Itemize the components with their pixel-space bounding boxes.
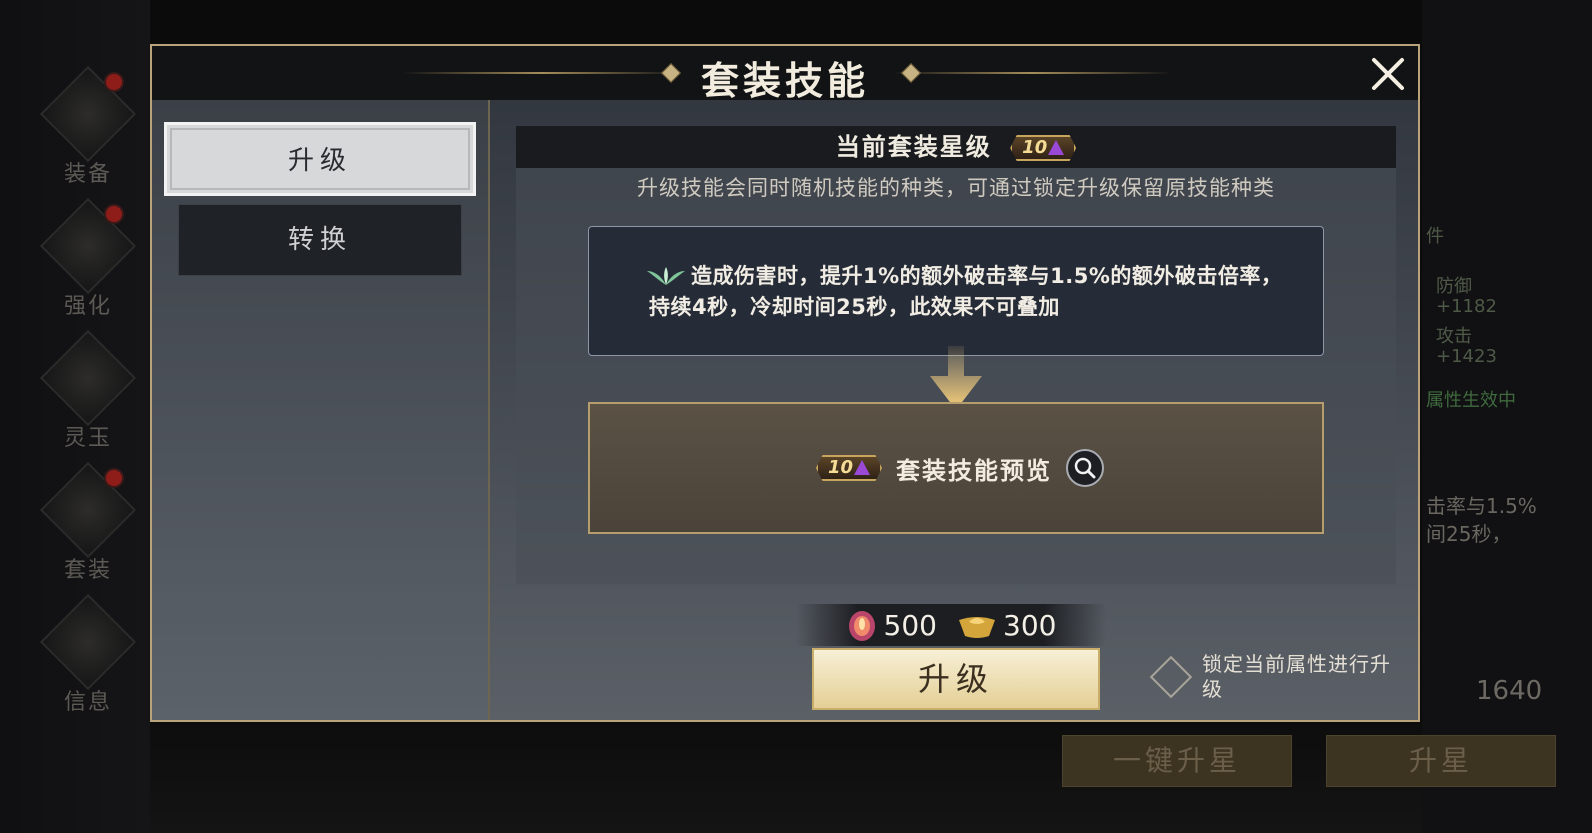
notification-dot	[104, 204, 124, 224]
defense-stat-label: 防御	[1436, 276, 1472, 297]
background-sidebar: 装备 强化 灵玉 套装 信息	[0, 0, 150, 833]
gold-ingot-icon	[959, 617, 995, 638]
preview-star-number: 10	[828, 457, 854, 478]
cost-gold: 300	[957, 609, 1056, 642]
sidebar-item-equipment[interactable]: 装备	[39, 65, 137, 192]
crystal-orb-icon	[848, 611, 875, 641]
skill-effect-text: 造成伤害时，提升1%的额外破击率与1.5%的额外破击倍率，持续4秒，冷却时间25…	[649, 264, 1283, 319]
star-up-button[interactable]: 升星	[1326, 735, 1556, 787]
cost-crystal: 500	[846, 608, 937, 642]
cost-amount: 300	[1003, 608, 1057, 642]
purple-star-icon	[1048, 140, 1065, 155]
attack-stat-label: 攻击	[1436, 326, 1472, 347]
defense-stat-value: +1182	[1436, 296, 1497, 317]
background-skill-text: 间25秒，	[1426, 522, 1512, 546]
dialog-title: 套装技能	[700, 59, 869, 103]
search-icon[interactable]	[1066, 449, 1104, 487]
sidebar-item-enhance[interactable]: 强化	[39, 197, 137, 324]
background-detail-panel: 件 防御 +1182 攻击 +1423 属性生效中 击率与1.5% 间25秒， …	[1422, 0, 1592, 833]
cost-amount: 500	[883, 608, 937, 642]
star-level-badge: 10	[1010, 135, 1077, 161]
notification-dot	[104, 468, 124, 488]
lock-attribute-checkbox[interactable]	[1149, 655, 1193, 699]
upgrade-cost-bar: 500 300	[796, 604, 1106, 646]
tab-upgrade[interactable]: 升级	[164, 122, 476, 196]
skill-upgrade-box: 当前套装星级 10 升级技能会同时随机技能的种类，可通过锁定升级保留原技能种类 …	[516, 126, 1396, 584]
notification-dot	[104, 72, 124, 92]
upgrade-button[interactable]: 升级	[812, 648, 1100, 710]
active-status-text: 属性生效中	[1426, 390, 1516, 411]
sidebar-item-spirit-jade[interactable]: 灵玉	[39, 329, 137, 456]
attack-stat-value: +1423	[1436, 346, 1497, 367]
purple-star-icon	[854, 460, 870, 475]
preview-star-badge: 10	[816, 455, 882, 481]
lock-attribute-label: 锁定当前属性进行升级	[1202, 652, 1391, 701]
tab-convert[interactable]: 转换	[178, 204, 462, 276]
upgrade-description: 升级技能会同时随机技能的种类，可通过锁定升级保留原技能种类	[637, 176, 1275, 200]
dialog-tab-panel: 升级 转换	[152, 100, 490, 720]
info-icon	[39, 593, 137, 691]
set-count-label: 件	[1426, 226, 1444, 247]
set-skill-dialog: 套装技能 升级 转换 当前套装星级 10 升级技能会同时随机技能的种类，可通过锁…	[150, 44, 1420, 722]
sidebar-item-set[interactable]: 套装	[39, 461, 137, 588]
dialog-content: 当前套装星级 10 升级技能会同时随机技能的种类，可通过锁定升级保留原技能种类 …	[490, 100, 1418, 720]
sidebar-item-info[interactable]: 信息	[39, 593, 137, 720]
current-star-header: 当前套装星级 10	[516, 126, 1396, 168]
background-skill-text: 击率与1.5%	[1426, 494, 1537, 518]
current-star-label: 当前套装星级	[835, 133, 992, 161]
current-skill-card: 造成伤害时，提升1%的额外破击率与1.5%的额外破击倍率，持续4秒，冷却时间25…	[588, 226, 1324, 356]
skill-preview-button[interactable]: 10 套装技能预览	[588, 402, 1324, 534]
currency-amount: 1640	[1476, 676, 1543, 706]
spirit-jade-icon	[39, 329, 137, 427]
one-click-star-up-button[interactable]: 一键升星	[1062, 735, 1292, 787]
preview-label: 套装技能预览	[896, 456, 1052, 485]
star-level-number: 10	[1022, 137, 1048, 158]
close-button[interactable]	[1368, 54, 1408, 94]
dialog-header: 套装技能	[152, 46, 1418, 103]
close-icon	[1372, 58, 1404, 90]
